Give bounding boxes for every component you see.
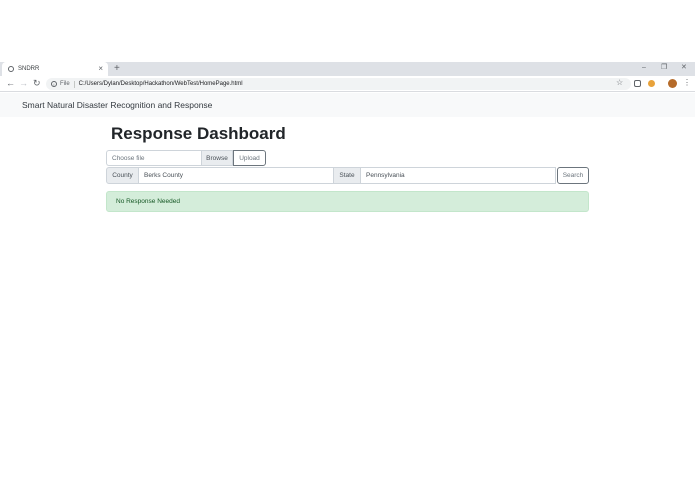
- profile-avatar[interactable]: [668, 79, 677, 88]
- browser-tab[interactable]: SNDRR ×: [2, 62, 108, 76]
- browser-tabstrip: SNDRR × + – ❐ ✕: [0, 62, 695, 76]
- extension-cast-icon[interactable]: [634, 80, 641, 87]
- restore-icon[interactable]: ❐: [661, 62, 667, 74]
- back-icon[interactable]: ←: [6, 78, 15, 88]
- alert-text: No Response Needed: [116, 198, 180, 205]
- county-label: County: [106, 167, 139, 184]
- bookmark-star-icon[interactable]: ☆: [616, 78, 623, 87]
- upload-form: Choose file Browse Upload: [106, 150, 589, 166]
- address-separator: [73, 80, 75, 88]
- info-icon[interactable]: i: [51, 81, 57, 87]
- site-navbar: Smart Natural Disaster Recognition and R…: [0, 93, 695, 117]
- browser-toolbar: ← → ↻ i File C:/Users/Dylan/Desktop/Hack…: [0, 76, 695, 92]
- tab-close-icon[interactable]: ×: [98, 64, 103, 73]
- globe-icon: [8, 66, 14, 72]
- state-label: State: [334, 167, 361, 184]
- navbar-brand[interactable]: Smart Natural Disaster Recognition and R…: [22, 100, 212, 110]
- extension-shield-icon[interactable]: [648, 80, 655, 87]
- status-alert: No Response Needed: [106, 191, 589, 212]
- county-input[interactable]: Berks County: [139, 167, 334, 184]
- top-blank-area: [0, 0, 695, 62]
- file-chooser-input[interactable]: Choose file: [106, 150, 201, 166]
- close-window-icon[interactable]: ✕: [681, 62, 687, 74]
- page-title: Response Dashboard: [111, 124, 286, 143]
- upload-button[interactable]: Upload: [233, 150, 266, 166]
- address-url[interactable]: C:/Users/Dylan/Desktop/Hackathon/WebTest…: [79, 81, 243, 87]
- state-input[interactable]: Pennsylvania: [361, 167, 556, 184]
- browser-menu-icon[interactable]: ⋮: [683, 78, 691, 87]
- location-search-form: County Berks County State Pennsylvania S…: [106, 167, 589, 184]
- minimize-icon[interactable]: –: [642, 62, 646, 74]
- forward-icon[interactable]: →: [19, 78, 28, 88]
- search-button[interactable]: Search: [557, 167, 589, 184]
- new-tab-button[interactable]: +: [114, 62, 120, 76]
- main-content: Response Dashboard Choose file Browse Up…: [106, 117, 589, 212]
- address-bar[interactable]: i File C:/Users/Dylan/Desktop/Hackathon/…: [46, 78, 631, 90]
- tab-title: SNDRR: [18, 66, 40, 72]
- reload-icon[interactable]: ↻: [33, 78, 41, 89]
- browse-button[interactable]: Browse: [201, 150, 233, 166]
- address-scheme: File: [60, 81, 70, 87]
